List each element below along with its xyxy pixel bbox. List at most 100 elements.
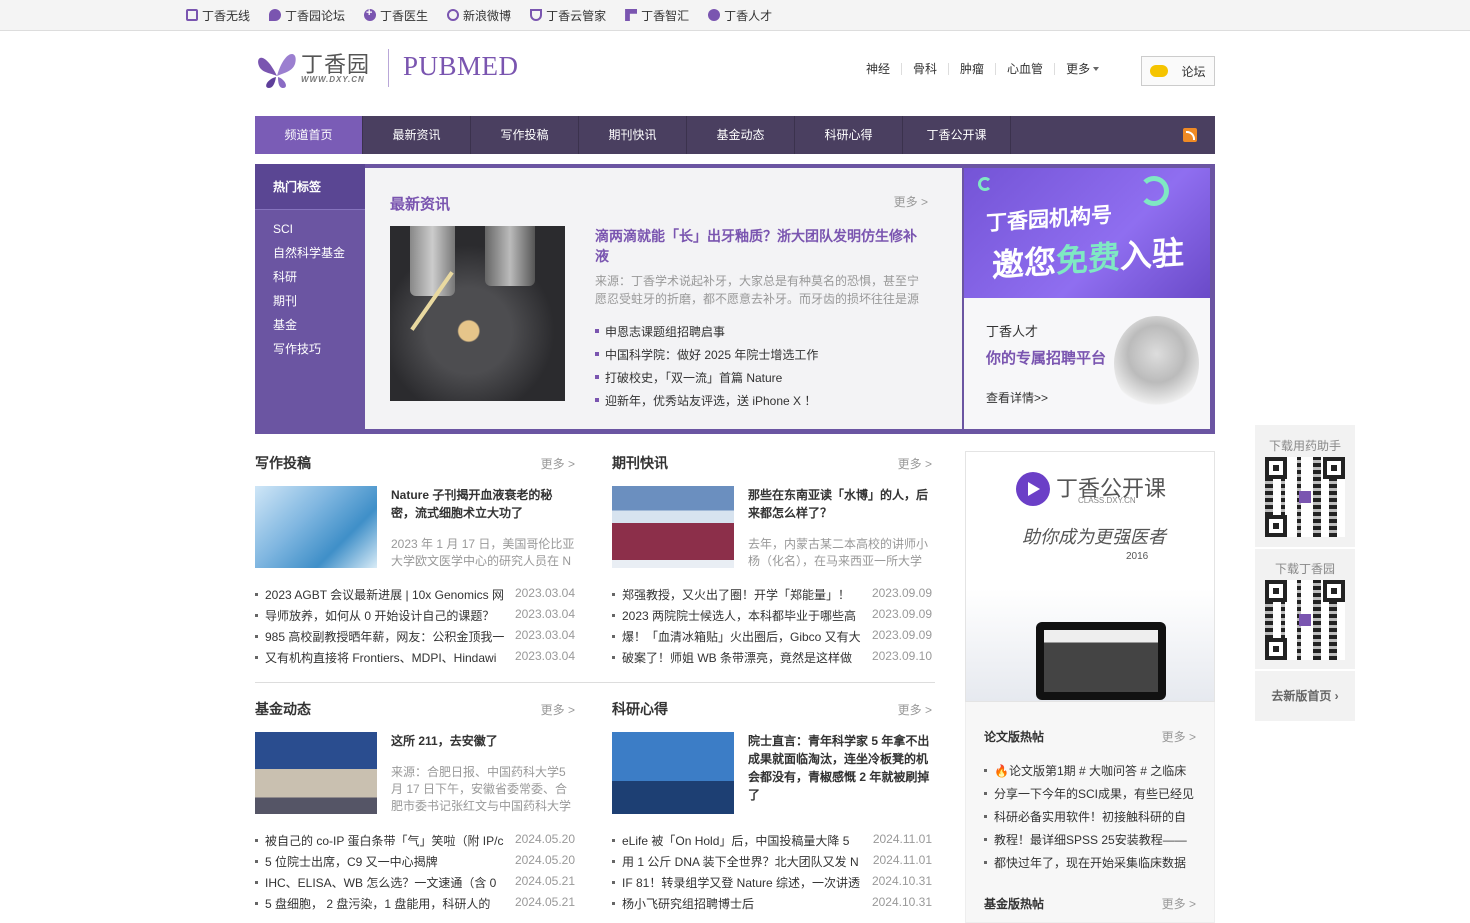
qr-code-icon[interactable]: [1265, 457, 1345, 537]
top-link-forum[interactable]: 丁香园论坛: [269, 7, 345, 23]
list-item[interactable]: 导师放养，如何从 0 开始设计自己的课题？ 2023.03.04: [255, 607, 575, 628]
tag-item[interactable]: 自然科学基金: [255, 241, 365, 265]
qr-code-icon[interactable]: [1265, 580, 1345, 660]
header-nav-neuro[interactable]: 神经: [855, 63, 901, 75]
latest-news-item[interactable]: 迎新年，优秀站友评选，送 iPhone X ！: [595, 392, 925, 409]
fund-hot-posts-title: 基金版热帖: [984, 897, 1045, 911]
touch-hand-icon: [1114, 316, 1199, 411]
institution-ad-banner[interactable]: 丁香园机构号 邀您免费入驻: [964, 168, 1210, 298]
hot-post-item[interactable]: 都快过年了，现在开始采集临床数据: [984, 854, 1194, 871]
column-more[interactable]: 更多 >: [898, 701, 932, 718]
list-item[interactable]: IF 81！转录组学又登 Nature 综述，一次讲透 2024.10.31: [612, 874, 932, 895]
nav-research[interactable]: 科研心得: [795, 116, 903, 154]
tablet-icon: [1036, 622, 1166, 700]
hot-post-item[interactable]: 🔥论文版第1期 # 大咖问答 # 之临床: [984, 762, 1194, 779]
column-image[interactable]: [255, 486, 377, 568]
column-feature-title[interactable]: 那些在东南亚读「水博」的人，后来都怎么样了？: [748, 486, 932, 522]
tag-item[interactable]: SCI: [255, 217, 365, 241]
section-divider: [255, 682, 935, 683]
forum-icon: [269, 9, 282, 21]
list-item[interactable]: 2023 AGBT 会议最新进展 | 10x Genomics 网 2023.03…: [255, 586, 575, 607]
nav-class[interactable]: 丁香公开课: [903, 116, 1011, 154]
floating-download-panel: 下载用药助手 下载丁香园 去新版首页 ›: [1255, 425, 1355, 721]
butterfly-logo-icon: [258, 54, 296, 88]
list-item[interactable]: IHC、ELISA、WB 怎么选？一文速通（含 0 2024.05.21: [255, 874, 575, 895]
list-item[interactable]: 2023 两院院士候选人，本科都毕业于哪些高 2023.09.09: [612, 607, 932, 628]
qr-label: 下载丁香园: [1274, 562, 1335, 576]
top-link-cloud[interactable]: 丁香云管家: [530, 7, 606, 23]
open-class-banner[interactable]: 丁香公开课 CLASS.DXY.CN 助你成为更强医者 2016: [965, 451, 1215, 702]
column-feature-title[interactable]: 这所 211，去安徽了: [391, 732, 575, 750]
latest-news-image[interactable]: [390, 226, 565, 401]
hot-posts-more[interactable]: 更多 >: [1162, 728, 1196, 745]
list-item[interactable]: 破案了！师姐 WB 条带漂亮，竟然是这样做 2023.09.10: [612, 649, 932, 670]
header-nav-ortho[interactable]: 骨科: [901, 63, 948, 75]
top-bar: 丁香无线 丁香园论坛 丁香医生 新浪微博 丁香云管家 丁香智汇 丁香人才: [0, 0, 1470, 31]
list-item[interactable]: 985 高校副教授晒年薪，网友：公积金顶我一 2023.03.04: [255, 628, 575, 649]
header-nav-oncology[interactable]: 肿瘤: [948, 63, 995, 75]
speech-bubble-icon: [1150, 65, 1169, 77]
column-feature-title[interactable]: 院士直言：青年科学家 5 年拿不出成果就面临淘汰，连坐冷板凳的机会都没有，青椒感…: [748, 732, 932, 804]
nav-writing[interactable]: 写作投稿: [471, 116, 579, 154]
forum-button[interactable]: 论坛: [1141, 56, 1215, 86]
rss-icon[interactable]: [1183, 128, 1197, 142]
play-logo-icon: [1016, 472, 1050, 506]
header-nav-cardio[interactable]: 心血管: [995, 63, 1054, 75]
latest-news-item[interactable]: 申恩志课题组招聘启事: [595, 323, 925, 340]
column-feature-title[interactable]: Nature 子刊揭开血液衰老的秘密，流式细胞术立大功了: [391, 486, 575, 522]
talent-ad-banner[interactable]: 丁香人才 你的专属招聘平台 查看详情>>: [964, 298, 1210, 429]
latest-news-title: 最新资讯: [390, 196, 451, 213]
list-item[interactable]: eLife 被「On Hold」后，中国投稿量大降 5 2024.11.01: [612, 832, 932, 853]
header-nav-more[interactable]: 更多: [1054, 63, 1110, 75]
column-image[interactable]: [255, 732, 377, 814]
top-link-weibo[interactable]: 新浪微博: [447, 7, 511, 23]
logo-divider: [388, 49, 389, 87]
site-logo[interactable]: 丁香园 WWW.DXY.CN PUBMED: [255, 45, 525, 91]
latest-news-item[interactable]: 中国科学院：做好 2025 年院士增选工作: [595, 346, 925, 363]
nav-journal[interactable]: 期刊快讯: [579, 116, 687, 154]
latest-news-item[interactable]: 打破校史，「双一流」首篇 Nature: [595, 369, 925, 386]
latest-news-headline[interactable]: 滴两滴就能「长」出牙釉质？浙大团队发明仿生修补液: [595, 226, 925, 266]
list-item[interactable]: 5 位院士出席，C9 又一中心揭牌 2024.05.20: [255, 853, 575, 874]
hot-post-item[interactable]: 科研必备实用软件！初接触科研的自: [984, 808, 1194, 825]
column-more[interactable]: 更多 >: [541, 701, 575, 718]
top-link-zhihui[interactable]: 丁香智汇: [625, 7, 689, 23]
list-item[interactable]: 杨小飞研究组招聘博士后 2024.10.31: [612, 895, 932, 916]
list-item[interactable]: 被自己的 co-IP 蛋白条带「气」笑啦（附 IP/c 2024.05.20: [255, 832, 575, 853]
nav-home[interactable]: 频道首页: [255, 116, 363, 154]
column-image[interactable]: [612, 732, 734, 814]
hot-post-item[interactable]: 教程！最详细SPSS 25安装教程——: [984, 831, 1194, 848]
column-more[interactable]: 更多 >: [541, 455, 575, 472]
column-journal: 期刊快讯 更多 > 那些在东南亚读「水博」的人，后来都怎么样了？ 去年，内蒙古某…: [612, 453, 932, 673]
list-item[interactable]: 郑强教授，又火出了圈！开学「郑能量」！ 2023.09.09: [612, 586, 932, 607]
list-item[interactable]: 用 1 公斤 DNA 装下全世界？北大团队又发 N 2024.11.01: [612, 853, 932, 874]
tag-item[interactable]: 期刊: [255, 289, 365, 313]
crescent-icon: [1139, 176, 1169, 206]
tag-item[interactable]: 科研: [255, 265, 365, 289]
hot-tags: 热门标签 SCI 自然科学基金 科研 期刊 基金 写作技巧: [255, 164, 365, 434]
crescent-icon: [978, 177, 992, 191]
nav-fund[interactable]: 基金动态: [687, 116, 795, 154]
top-link-talent[interactable]: 丁香人才: [708, 7, 772, 23]
new-homepage-link[interactable]: 去新版首页 ›: [1255, 687, 1355, 704]
talent-icon: [708, 9, 721, 21]
hot-posts-title: 论文版热帖: [984, 730, 1045, 744]
nav-latest[interactable]: 最新资讯: [363, 116, 471, 154]
column-fund: 基金动态 更多 > 这所 211，去安徽了 来源：合肥日报、中国药科大学5 月 …: [255, 699, 575, 919]
hot-post-item[interactable]: 分享一下今年的SCI成果，有些已经见: [984, 785, 1194, 802]
fund-hot-posts-more[interactable]: 更多 >: [1162, 895, 1196, 912]
tag-item[interactable]: 基金: [255, 313, 365, 337]
column-image[interactable]: [612, 486, 734, 568]
main-nav: 频道首页 最新资讯 写作投稿 期刊快讯 基金动态 科研心得 丁香公开课: [255, 116, 1215, 154]
list-item[interactable]: 又有机构直接将 Frontiers、MDPI、Hindawi 2023.03.04: [255, 649, 575, 670]
column-more[interactable]: 更多 >: [898, 455, 932, 472]
list-item[interactable]: 5 盘细胞， 2 盘污染，1 盘能用，科研人的 2024.05.21: [255, 895, 575, 916]
tag-item[interactable]: 写作技巧: [255, 337, 365, 361]
list-item[interactable]: 爆！「血清冰箱贴」火出圈后，Gibco 又有大 2023.09.09: [612, 628, 932, 649]
column-writing: 写作投稿 更多 > Nature 子刊揭开血液衰老的秘密，流式细胞术立大功了 2…: [255, 453, 575, 673]
latest-news-more[interactable]: 更多 >: [894, 193, 928, 210]
column-research: 科研心得 更多 > 院士直言：青年科学家 5 年拿不出成果就面临淘汰，连坐冷板凳…: [612, 699, 932, 919]
header-nav: 神经 骨科 肿瘤 心血管 更多: [855, 63, 1110, 75]
top-link-wireless[interactable]: 丁香无线: [186, 7, 250, 23]
top-link-doctor[interactable]: 丁香医生: [364, 7, 428, 23]
